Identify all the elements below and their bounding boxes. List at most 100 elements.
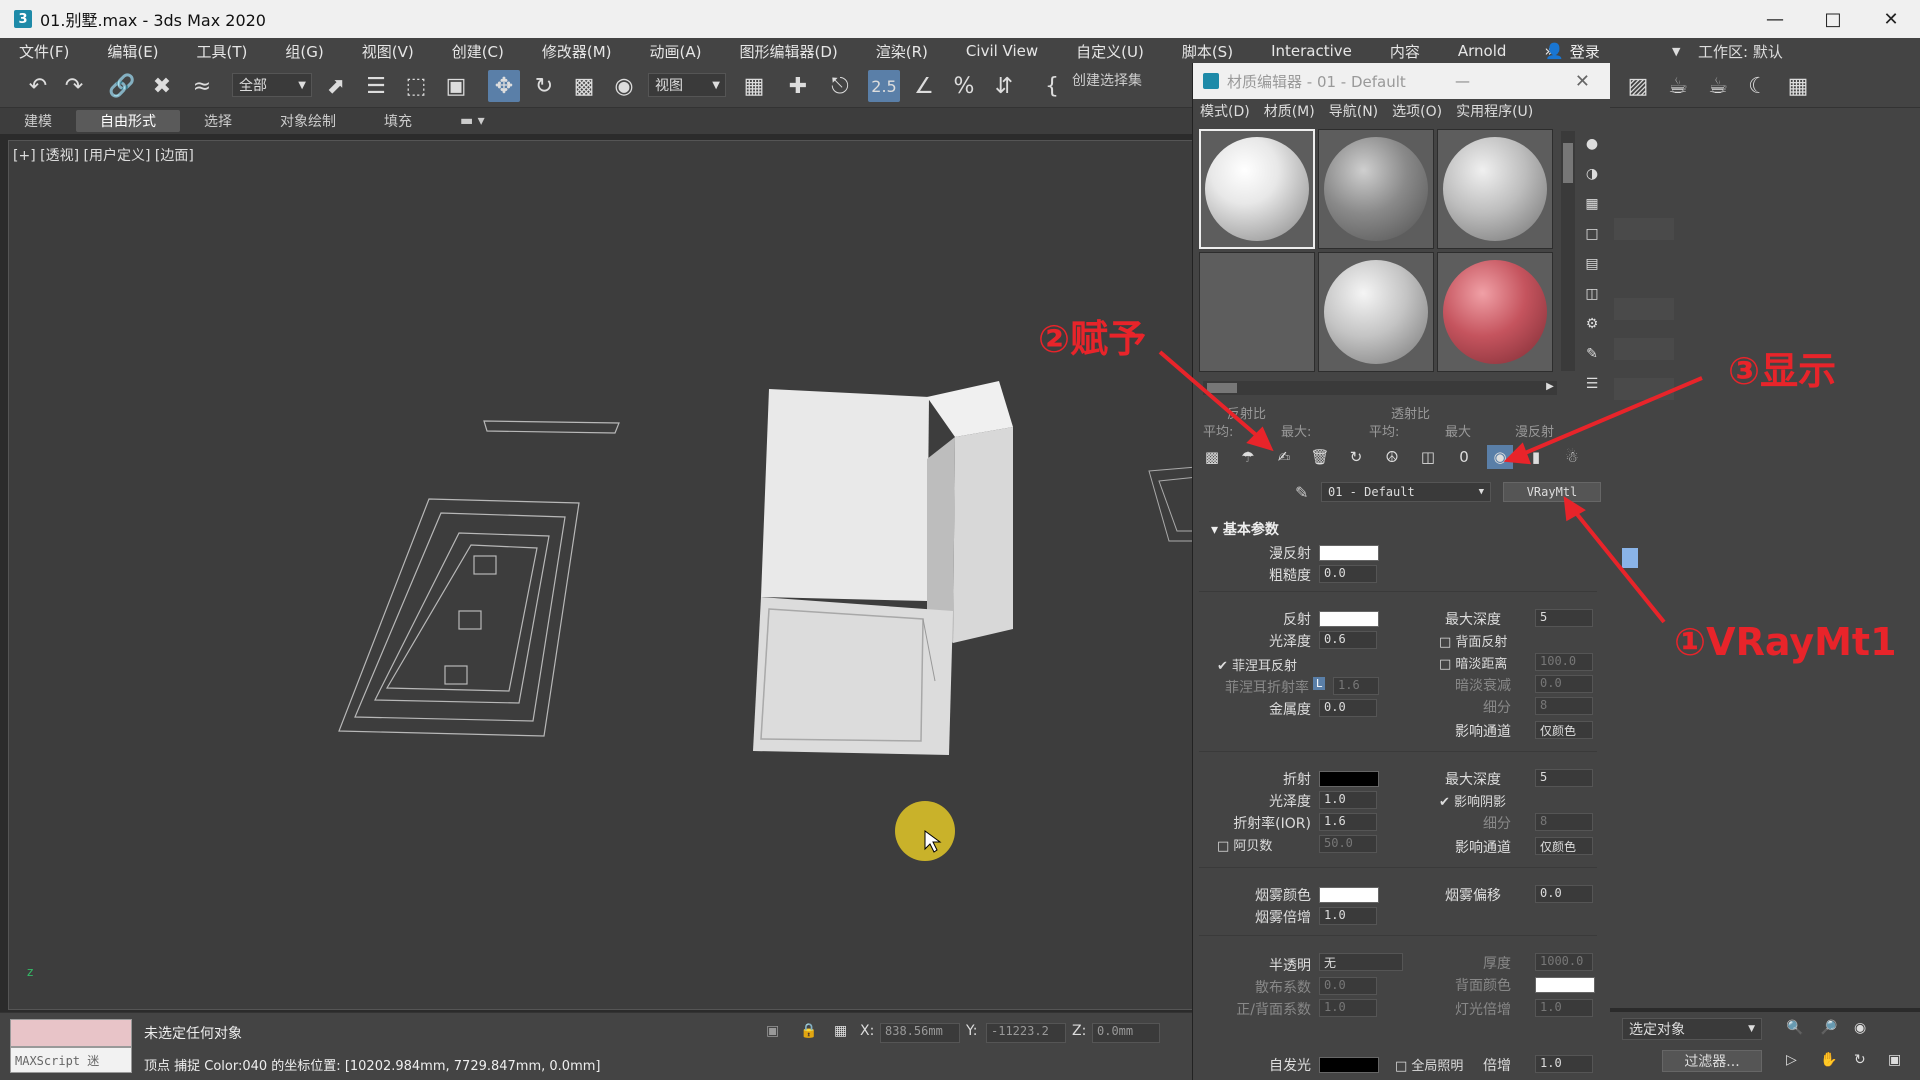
undo-icon[interactable]: ↶ <box>22 70 54 102</box>
refr-affect-channels-dropdown[interactable]: 仅颜色 <box>1535 837 1593 855</box>
edit-named-selection-icon[interactable]: { <box>1036 70 1068 102</box>
redo-icon[interactable]: ↷ <box>58 70 90 102</box>
percent-snap-icon[interactable]: % <box>948 70 980 102</box>
ribbon-options-icon[interactable]: ▬ ▾ <box>436 113 509 129</box>
delete-icon[interactable]: 🗑 <box>1307 445 1333 469</box>
lock-icon[interactable]: 🔒 <box>800 1023 817 1039</box>
me-menu-utilities[interactable]: 实用程序(U) <box>1449 101 1540 121</box>
select-object-icon[interactable]: ⬈ <box>320 70 352 102</box>
abbe-input[interactable]: 50.0 <box>1319 835 1377 853</box>
thickness-input[interactable]: 1000.0 <box>1535 953 1593 971</box>
me-menu-navigation[interactable]: 导航(N) <box>1322 101 1385 121</box>
refr-gloss-input[interactable]: 1.0 <box>1319 791 1377 809</box>
minimize-icon[interactable]: — <box>1455 72 1470 90</box>
affect-shadows-checkbox[interactable]: ✔ 影响阴影 <box>1439 791 1506 810</box>
video-color-icon[interactable]: ▤ <box>1581 253 1603 275</box>
menu-group[interactable]: 组(G) <box>266 41 342 62</box>
me-menu-material[interactable]: 材质(M) <box>1257 101 1322 121</box>
sample-slot[interactable] <box>1437 252 1553 372</box>
make-unique-icon[interactable]: ☮ <box>1379 445 1405 469</box>
menu-tools[interactable]: 工具(T) <box>178 41 267 62</box>
zoom-icon[interactable]: 🔍 <box>1786 1020 1803 1036</box>
rotate-icon[interactable]: ↻ <box>528 70 560 102</box>
z-coord-input[interactable]: 0.0mm <box>1092 1023 1160 1043</box>
maximize-viewport-icon[interactable]: ▣ <box>1888 1052 1901 1068</box>
options-icon[interactable]: ⚙ <box>1581 313 1603 335</box>
material-navigator-icon[interactable]: ☰ <box>1581 373 1603 395</box>
listener-output[interactable] <box>10 1019 132 1047</box>
select-manipulate-icon[interactable]: ✚ <box>782 70 814 102</box>
select-by-name-icon[interactable]: ☰ <box>360 70 392 102</box>
front-back-input[interactable]: 1.0 <box>1319 999 1377 1017</box>
refr-subdivs-input[interactable]: 8 <box>1535 813 1593 831</box>
go-to-parent-icon[interactable]: ☃ <box>1559 445 1585 469</box>
command-panel-field[interactable] <box>1614 378 1674 400</box>
material-type-button[interactable]: VRayMtl <box>1503 482 1601 502</box>
me-menu-options[interactable]: 选项(O) <box>1385 101 1449 121</box>
menu-create[interactable]: 创建(C) <box>433 41 523 62</box>
reflect-color-swatch[interactable] <box>1319 611 1379 627</box>
slots-scrollbar-horizontal[interactable]: ▶ <box>1203 381 1557 395</box>
spinner-snap-icon[interactable]: ⇵ <box>988 70 1020 102</box>
material-id-icon[interactable]: 0 <box>1451 445 1477 469</box>
bind-space-warp-icon[interactable]: ≈ <box>186 70 218 102</box>
angle-snap-icon[interactable]: ∠ <box>908 70 940 102</box>
fresnel-checkbox[interactable]: ✔ 菲涅耳反射 <box>1217 655 1297 674</box>
affect-channels-dropdown[interactable]: 仅颜色 <box>1535 721 1593 739</box>
slots-scrollbar[interactable] <box>1561 131 1575 371</box>
sample-slot[interactable] <box>1318 129 1434 249</box>
close-button[interactable]: ✕ <box>1862 0 1920 38</box>
menu-animation[interactable]: 动画(A) <box>631 41 721 62</box>
menu-civil-view[interactable]: Civil View <box>947 42 1057 60</box>
unlink-icon[interactable]: ✖ <box>146 70 178 102</box>
menu-modifiers[interactable]: 修改器(M) <box>523 41 631 62</box>
tab-object-paint[interactable]: 对象绘制 <box>256 111 360 131</box>
login-button[interactable]: 👤 登录 <box>1545 38 1600 64</box>
subdivs-input[interactable]: 8 <box>1535 697 1593 715</box>
keyboard-shortcut-icon[interactable]: ⎋ <box>824 70 856 102</box>
sample-slot[interactable] <box>1437 129 1553 249</box>
arnold-render-icon[interactable]: ☾ <box>1742 70 1774 102</box>
tab-modeling[interactable]: 建模 <box>0 111 76 131</box>
grid-icon[interactable]: ▦ <box>1782 70 1814 102</box>
sample-uv-icon[interactable]: □ <box>1581 223 1603 245</box>
tab-selection[interactable]: 选择 <box>180 111 256 131</box>
menu-customize[interactable]: 自定义(U) <box>1057 41 1163 62</box>
sample-type-icon[interactable]: ● <box>1581 133 1603 155</box>
scatter-input[interactable]: 0.0 <box>1319 977 1377 995</box>
link-icon[interactable]: 🔗 <box>106 70 138 102</box>
reference-coord-dropdown[interactable]: 视图 ▼ <box>648 73 726 97</box>
command-panel-field[interactable] <box>1614 218 1674 240</box>
menu-rendering[interactable]: 渲染(R) <box>857 41 947 62</box>
command-panel-field[interactable] <box>1614 338 1674 360</box>
absolute-mode-icon[interactable]: ▦ <box>834 1023 847 1039</box>
menu-file[interactable]: 文件(F) <box>0 41 88 62</box>
sample-slot[interactable] <box>1318 252 1434 372</box>
show-end-result-icon[interactable]: ▮ <box>1523 445 1549 469</box>
field-of-view-icon[interactable]: ▷ <box>1786 1052 1797 1068</box>
self-illum-color-swatch[interactable] <box>1319 1057 1379 1073</box>
move-icon[interactable]: ✥ <box>488 70 520 102</box>
chevron-right-icon[interactable]: ▶ <box>1543 381 1557 395</box>
pan-icon[interactable]: ✋ <box>1820 1052 1837 1068</box>
translucency-dropdown[interactable]: 无 <box>1319 953 1403 971</box>
make-copy-icon[interactable]: ↻ <box>1343 445 1369 469</box>
backlight-icon[interactable]: ◑ <box>1581 163 1603 185</box>
y-coord-input[interactable]: -11223.2 <box>986 1023 1066 1043</box>
tab-populate[interactable]: 填充 <box>360 111 436 131</box>
gloss-input[interactable]: 0.6 <box>1319 631 1377 649</box>
perspective-viewport[interactable]: [+] [透视] [用户定义] [边面] z <box>8 140 1196 1010</box>
maxscript-listener[interactable]: MAXScript 迷 <box>10 1019 132 1075</box>
fog-mult-input[interactable]: 1.0 <box>1319 907 1377 925</box>
dim-distance-input[interactable]: 100.0 <box>1535 653 1593 671</box>
refr-max-depth-input[interactable]: 5 <box>1535 769 1593 787</box>
close-icon[interactable]: ✕ <box>1575 71 1590 92</box>
menu-view[interactable]: 视图(V) <box>343 41 433 62</box>
light-mult-input[interactable]: 1.0 <box>1535 999 1593 1017</box>
refract-color-swatch[interactable] <box>1319 771 1379 787</box>
material-name-dropdown[interactable]: 01 - Default ▼ <box>1321 482 1491 502</box>
rectangular-selection-icon[interactable]: ⬚ <box>400 70 432 102</box>
color-swatch[interactable] <box>1622 548 1638 568</box>
rollout-title[interactable]: ▾ 基本参数 <box>1211 519 1279 539</box>
fog-bias-input[interactable]: 0.0 <box>1535 885 1593 903</box>
